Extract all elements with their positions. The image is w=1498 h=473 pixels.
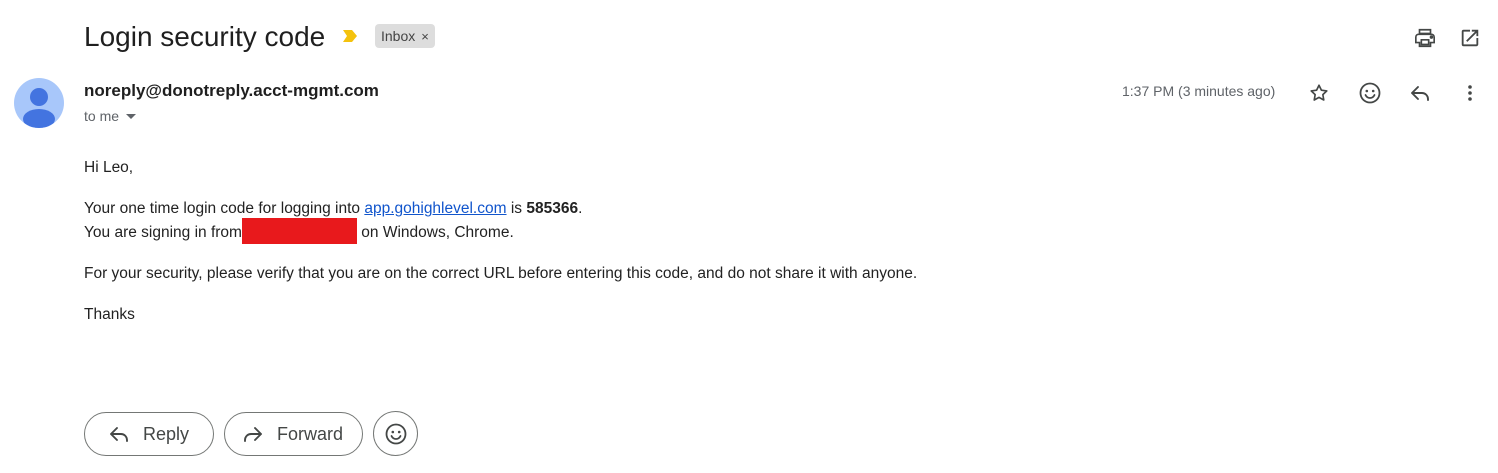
line1-mid: is xyxy=(506,200,527,217)
reply-button[interactable]: Reply xyxy=(84,412,214,456)
open-in-new-window-icon[interactable] xyxy=(1456,24,1484,52)
signin-location-line: You are signing in from on Windows, Chro… xyxy=(84,217,514,245)
recipient-label: to me xyxy=(84,108,120,124)
person-avatar-icon xyxy=(23,88,55,128)
reply-icon[interactable] xyxy=(1404,77,1436,109)
importance-marker-icon[interactable] xyxy=(342,29,358,43)
sender-email[interactable]: noreply@donotreply.acct-mgmt.com xyxy=(84,79,379,103)
reply-button-label: Reply xyxy=(143,423,190,444)
email-subject: Login security code xyxy=(84,21,326,52)
line1-prefix: Your one time login code for logging int… xyxy=(84,200,365,217)
emoji-reaction-button[interactable] xyxy=(373,411,418,456)
remove-label-button[interactable]: × xyxy=(421,29,429,44)
greeting: Hi Leo, xyxy=(84,159,134,176)
forward-icon xyxy=(244,427,262,442)
forward-button-label: Forward xyxy=(277,423,344,444)
emoji-icon xyxy=(385,423,406,444)
app-link[interactable]: app.gohighlevel.com xyxy=(364,200,506,217)
label-chip-inbox: Inbox × xyxy=(375,24,435,48)
security-note: For your security, please verify that yo… xyxy=(84,265,918,282)
line2-suffix: on Windows, Chrome. xyxy=(356,224,514,241)
label-chip-text: Inbox xyxy=(381,28,416,44)
forward-button[interactable]: Forward xyxy=(224,412,363,456)
star-icon[interactable] xyxy=(1303,77,1335,109)
line1-suffix: . xyxy=(578,200,583,217)
chevron-down-icon xyxy=(126,113,137,119)
more-vert-icon[interactable] xyxy=(1454,77,1486,109)
emoji-reaction-icon[interactable] xyxy=(1354,77,1386,109)
reply-icon xyxy=(110,427,128,442)
sender-avatar[interactable] xyxy=(14,78,64,128)
line2-prefix: You are signing in from xyxy=(84,224,242,241)
print-icon[interactable] xyxy=(1411,24,1439,52)
closing: Thanks xyxy=(84,306,135,323)
email-timestamp: 1:37 PM (3 minutes ago) xyxy=(1122,83,1276,99)
login-code: 585366 xyxy=(526,200,579,217)
redacted-location xyxy=(241,217,357,244)
recipient-details-toggle[interactable]: to me xyxy=(84,106,137,126)
